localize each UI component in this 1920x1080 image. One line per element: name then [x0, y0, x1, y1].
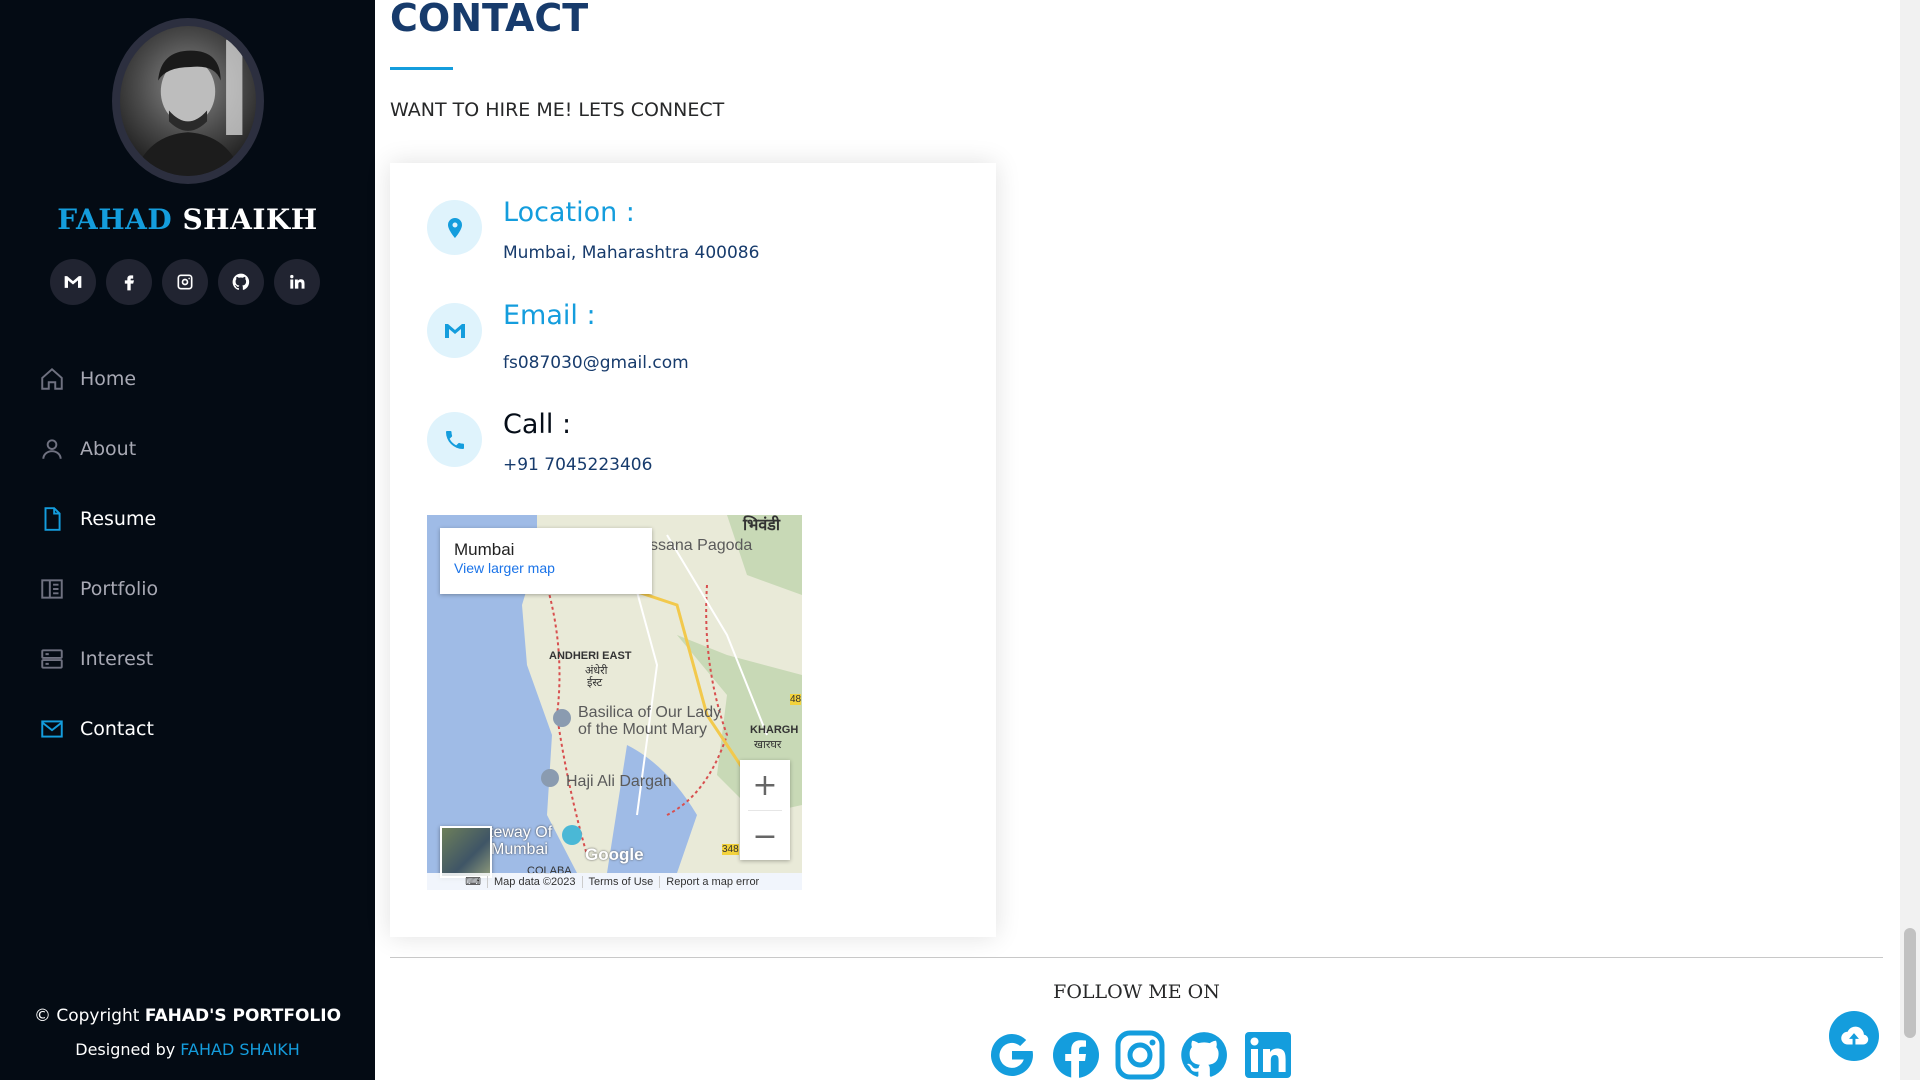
- nav-item-portfolio[interactable]: Portfolio: [38, 554, 158, 624]
- facebook-icon: [124, 275, 134, 291]
- follow-icons: [987, 1030, 1293, 1080]
- server-icon: [38, 645, 66, 673]
- map-label-khargh: KHARGH: [750, 724, 799, 736]
- designer-link[interactable]: FAHAD SHAIKH: [180, 1040, 299, 1059]
- nav-item-interest[interactable]: Interest: [38, 624, 158, 694]
- map-label-road-48: 48: [790, 694, 802, 705]
- report-error-link[interactable]: Report a map error: [659, 875, 765, 888]
- section-title: CONTACT: [390, 0, 589, 40]
- envelope-icon: [38, 715, 66, 743]
- designed-prefix: Designed by: [75, 1040, 176, 1059]
- scrollbar-thumb[interactable]: [1904, 928, 1916, 1038]
- facebook-link[interactable]: [106, 259, 152, 305]
- brand-name: FAHAD SHAIKH: [0, 203, 375, 236]
- file-icon: [38, 505, 66, 533]
- nav-label-portfolio: Portfolio: [80, 578, 159, 600]
- nav-label-resume: Resume: [80, 508, 157, 530]
- map-label-gateway-1: teway Of: [489, 824, 553, 841]
- linkedin-icon: [290, 274, 305, 289]
- nav-label-home: Home: [80, 368, 137, 390]
- follow-google-link[interactable]: [987, 1030, 1037, 1080]
- call-value[interactable]: +91 7045223406: [503, 455, 652, 475]
- nav-item-about[interactable]: About: [38, 414, 158, 484]
- gmail-link[interactable]: [50, 259, 96, 305]
- google-icon: [990, 1034, 1033, 1076]
- github-icon: [232, 273, 250, 290]
- map-info-card: Mumbai View larger map: [440, 528, 652, 594]
- google-logo: Google: [585, 845, 644, 864]
- location-pin-icon: [427, 200, 482, 255]
- book-icon: [38, 575, 66, 603]
- instagram-icon: [1115, 1030, 1165, 1080]
- facebook-icon: [1053, 1032, 1099, 1078]
- nav-item-home[interactable]: Home: [38, 344, 158, 414]
- map-label-basilica-2: of the Mount Mary: [578, 721, 707, 738]
- designed-by: Designed by FAHAD SHAIKH: [0, 1040, 375, 1059]
- keyboard-icon[interactable]: ⌨: [427, 875, 487, 888]
- map-place-name: Mumbai: [454, 540, 515, 559]
- nav-label-interest: Interest: [80, 648, 154, 670]
- follow-github-link[interactable]: [1179, 1030, 1229, 1080]
- map-zoom-control: + −: [740, 760, 790, 860]
- title-underline: [390, 67, 453, 70]
- section-subtitle: WANT TO HIRE ME! LETS CONNECT: [390, 99, 725, 121]
- embedded-map[interactable]: भिवंडी ssana Pagoda ANDHERI EAST अंधेरी …: [427, 515, 802, 890]
- map-label-road-348: 348: [722, 844, 739, 855]
- page-scrollbar[interactable]: [1900, 0, 1920, 1080]
- contact-info-card: Location : Mumbai, Maharashtra 400086 Em…: [390, 163, 996, 937]
- map-label-basilica-1: Basilica of Our Lady: [578, 704, 722, 721]
- nav-label-about: About: [80, 438, 137, 460]
- map-label-khargh-mr: खारघर: [754, 739, 782, 751]
- copyright-prefix: © Copyright: [33, 1006, 140, 1026]
- main-content: CONTACT WANT TO HIRE ME! LETS CONNECT Lo…: [375, 0, 1900, 1080]
- main-nav: Home About Resume Portfolio Interest Con…: [38, 344, 158, 764]
- copyright-name: FAHAD'S PORTFOLIO: [144, 1006, 342, 1026]
- github-icon: [1181, 1032, 1227, 1077]
- terms-link[interactable]: Terms of Use: [581, 875, 660, 888]
- home-icon: [38, 365, 66, 393]
- brand-first-name: FAHAD: [57, 203, 173, 236]
- zoom-in-button[interactable]: +: [740, 760, 790, 810]
- github-link[interactable]: [218, 259, 264, 305]
- location-value: Mumbai, Maharashtra 400086: [503, 243, 760, 263]
- gmail-icon: [427, 303, 482, 358]
- location-label: Location :: [503, 197, 635, 228]
- cloud-upload-icon: [1841, 1026, 1869, 1045]
- view-larger-map-link[interactable]: View larger map: [454, 560, 555, 576]
- person-icon: [38, 435, 66, 463]
- linkedin-link[interactable]: [274, 259, 320, 305]
- call-label: Call :: [503, 409, 572, 440]
- sidebar: FAHAD SHAIKH Home About Resume Portfolio…: [0, 0, 375, 1080]
- instagram-icon: [177, 274, 193, 290]
- map-label-andheri-mr2: ईस्ट: [587, 677, 603, 689]
- follow-instagram-link[interactable]: [1115, 1030, 1165, 1080]
- avatar: [112, 18, 264, 184]
- map-label-pagoda: ssana Pagoda: [650, 537, 753, 554]
- map-label-bhiwandi: भिवंडी: [743, 517, 780, 534]
- map-label-andheri: ANDHERI EAST: [549, 650, 632, 662]
- linkedin-icon: [1245, 1032, 1291, 1078]
- nav-item-contact[interactable]: Contact: [38, 694, 158, 764]
- copyright: © Copyright FAHAD'S PORTFOLIO: [0, 1006, 375, 1026]
- email-value[interactable]: fs087030@gmail.com: [503, 353, 689, 373]
- follow-heading: FOLLOW ME ON: [1053, 981, 1220, 1003]
- phone-icon: [427, 412, 482, 467]
- nav-item-resume[interactable]: Resume: [38, 484, 158, 554]
- map-label-gateway-2: Mumbai: [491, 841, 548, 858]
- social-links: [50, 259, 320, 305]
- nav-label-contact: Contact: [80, 718, 154, 740]
- brand-last-name: SHAIKH: [182, 203, 318, 236]
- zoom-out-button[interactable]: −: [740, 811, 790, 861]
- map-data-text: Map data ©2023: [487, 875, 582, 888]
- email-label: Email :: [503, 300, 596, 331]
- satellite-toggle[interactable]: [440, 826, 492, 878]
- back-to-top-button[interactable]: [1829, 1011, 1879, 1061]
- gmail-icon: [64, 276, 82, 288]
- map-label-haji-ali: Haji Ali Dargah: [566, 773, 672, 790]
- follow-facebook-link[interactable]: [1051, 1030, 1101, 1080]
- footer-divider: [390, 957, 1883, 958]
- follow-linkedin-link[interactable]: [1243, 1030, 1293, 1080]
- map-footer: ⌨ Map data ©2023 Terms of Use Report a m…: [427, 873, 802, 890]
- instagram-link[interactable]: [162, 259, 208, 305]
